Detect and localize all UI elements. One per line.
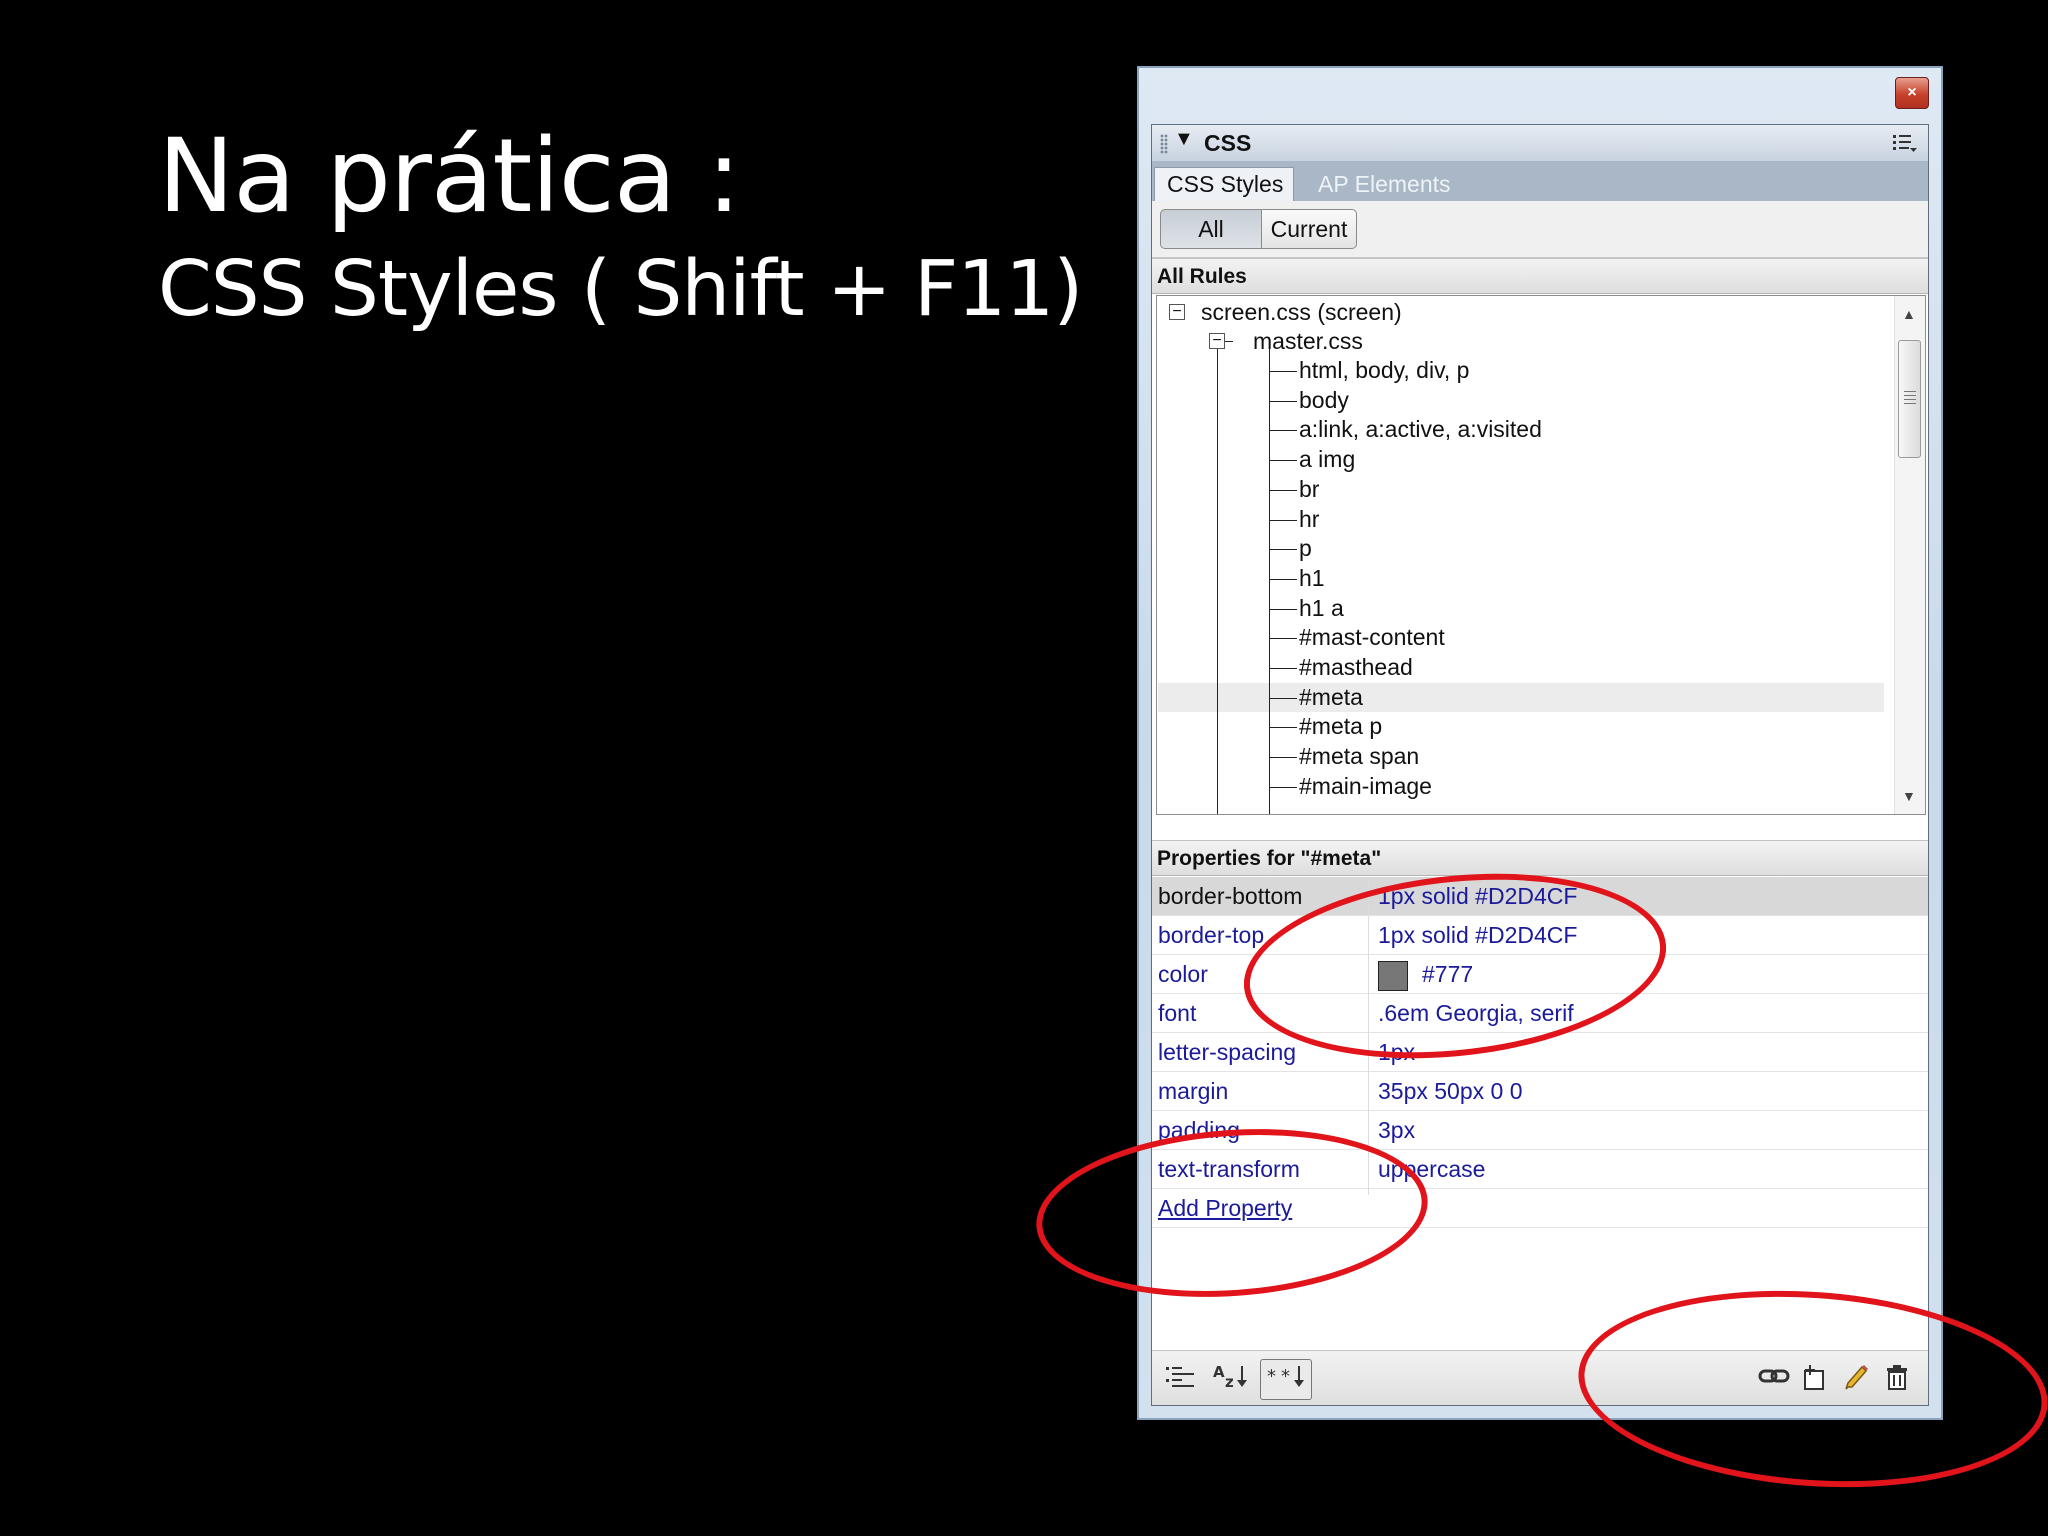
- selected-rule-highlight: [1158, 683, 1884, 712]
- tab-css-styles[interactable]: CSS Styles: [1154, 167, 1294, 201]
- panel-options-menu-icon[interactable]: [1892, 132, 1918, 154]
- show-alphabetical-view-icon[interactable]: Az: [1212, 1363, 1250, 1396]
- rules-scrollbar[interactable]: ▲ ▼: [1894, 296, 1925, 814]
- tree-branch-line: [1269, 668, 1297, 669]
- svg-text:A: A: [1213, 1363, 1225, 1381]
- collapse-icon[interactable]: −: [1209, 333, 1225, 349]
- collapse-triangle-icon[interactable]: ▼: [1174, 128, 1194, 151]
- tree-node-rule[interactable]: p: [1299, 534, 1312, 562]
- tree-branch-line: [1269, 757, 1297, 759]
- tree-branch-line: [1269, 608, 1297, 610]
- view-mode-toggle: All Current: [1152, 201, 1928, 258]
- all-rules-header: All Rules: [1152, 258, 1928, 294]
- tree-branch-line: [1269, 519, 1297, 521]
- scroll-down-arrow-icon[interactable]: ▼: [1902, 788, 1916, 804]
- panel-tabs: CSS Styles AP Elements: [1152, 161, 1928, 201]
- tree-node-rule[interactable]: #main-image: [1299, 772, 1432, 800]
- property-name[interactable]: color: [1158, 955, 1208, 993]
- tree-branch-line: [1269, 727, 1297, 729]
- tab-ap-elements[interactable]: AP Elements: [1318, 167, 1451, 201]
- tree-branch-line: [1269, 489, 1297, 491]
- tree-branch-line: [1269, 371, 1297, 372]
- close-icon: ×: [1907, 84, 1917, 101]
- property-name[interactable]: font: [1158, 994, 1196, 1032]
- property-name[interactable]: border-top: [1158, 916, 1264, 954]
- tree-node-rule[interactable]: #meta span: [1299, 742, 1419, 770]
- scroll-up-arrow-icon[interactable]: ▲: [1902, 306, 1916, 322]
- tree-branch-line: [1269, 578, 1297, 580]
- tree-branch-line: [1269, 697, 1297, 699]
- tree-node-master-css[interactable]: master.css: [1253, 327, 1363, 355]
- tree-branch-line: [1269, 638, 1297, 640]
- tree-node-rule[interactable]: #mast-content: [1299, 623, 1445, 651]
- slide-title: Na prática :: [158, 117, 741, 236]
- tree-node-rule[interactable]: hr: [1299, 505, 1319, 533]
- close-button[interactable]: ×: [1895, 77, 1929, 109]
- svg-text:*: *: [1281, 1366, 1290, 1387]
- tree-branch-line: [1269, 400, 1297, 402]
- tree-node-selected-rule[interactable]: #meta: [1299, 683, 1363, 711]
- svg-text:z: z: [1225, 1373, 1234, 1389]
- tree-branch-line: [1217, 334, 1218, 814]
- tree-node-rule[interactable]: h1 a: [1299, 594, 1344, 622]
- tree-node-rule[interactable]: body: [1299, 386, 1349, 414]
- tree-node-rule[interactable]: html, body, div, p: [1299, 356, 1469, 384]
- slide-subtitle: CSS Styles ( Shift + F11): [158, 245, 1083, 334]
- tree-node-rule[interactable]: #meta p: [1299, 712, 1382, 740]
- all-mode-button[interactable]: All: [1160, 209, 1262, 249]
- grip-icon: [1904, 391, 1916, 405]
- panel-title: CSS: [1204, 130, 1252, 156]
- tree-branch-line: [1269, 460, 1297, 462]
- property-row[interactable]: margin 35px 50px 0 0: [1152, 1072, 1928, 1111]
- show-set-properties-icon[interactable]: * *: [1260, 1359, 1312, 1400]
- tree-node-rule[interactable]: br: [1299, 475, 1319, 503]
- gripper-icon[interactable]: [1160, 134, 1168, 154]
- tree-node-rule[interactable]: a img: [1299, 445, 1355, 473]
- tree-node-rule[interactable]: h1: [1299, 564, 1325, 592]
- tree-node-screen-css[interactable]: screen.css (screen): [1201, 298, 1402, 326]
- tree-branch-line: [1269, 549, 1297, 551]
- current-mode-button[interactable]: Current: [1261, 209, 1357, 249]
- property-value[interactable]: 3px: [1378, 1111, 1415, 1149]
- properties-header: Properties for "#meta": [1152, 840, 1928, 876]
- property-name[interactable]: letter-spacing: [1158, 1033, 1296, 1071]
- rules-tree: − screen.css (screen) − master.css html,…: [1156, 295, 1926, 815]
- tree-branch-line: [1269, 786, 1297, 788]
- tree-node-rule[interactable]: a:link, a:active, a:visited: [1299, 415, 1542, 443]
- svg-text:*: *: [1267, 1366, 1276, 1387]
- panel-header[interactable]: ▼ CSS: [1152, 125, 1928, 162]
- tree-branch-line: [1269, 430, 1297, 432]
- collapse-icon[interactable]: −: [1169, 304, 1185, 320]
- property-name[interactable]: margin: [1158, 1072, 1228, 1110]
- property-name[interactable]: border-bottom: [1158, 877, 1302, 915]
- tree-branch-line: [1269, 348, 1270, 814]
- show-category-view-icon[interactable]: [1164, 1363, 1198, 1396]
- slide-title-block: Na prática : CSS Styles ( Shift + F11): [158, 117, 1083, 340]
- scroll-thumb[interactable]: [1898, 340, 1921, 458]
- tree-node-rule[interactable]: #masthead: [1299, 653, 1413, 681]
- property-value[interactable]: 35px 50px 0 0: [1378, 1072, 1523, 1110]
